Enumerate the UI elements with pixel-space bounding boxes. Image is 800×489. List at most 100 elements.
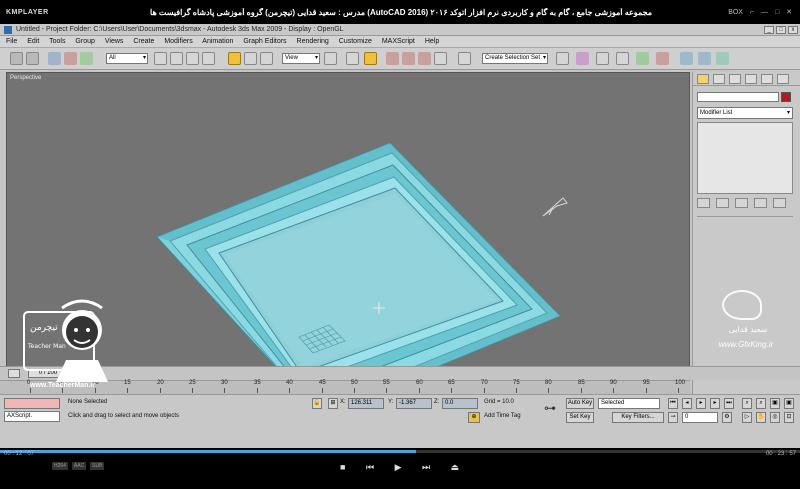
next-frame-icon[interactable]: ▸	[710, 398, 720, 409]
mirror-icon[interactable]	[556, 52, 569, 65]
ref-coord-dropdown[interactable]: View	[282, 53, 320, 64]
material-editor-icon[interactable]	[656, 52, 669, 65]
eject-icon[interactable]: ⏏	[451, 462, 460, 472]
quick-render-icon[interactable]	[716, 52, 729, 65]
display-tab-icon[interactable]	[761, 74, 773, 84]
menu-customize[interactable]: Customize	[339, 38, 372, 45]
maximize-viewport-icon[interactable]: ⊡	[784, 412, 794, 423]
light-gizmo[interactable]	[542, 197, 568, 217]
fov-icon[interactable]: ▷	[742, 412, 752, 423]
select-move-icon[interactable]	[228, 52, 241, 65]
menu-animation[interactable]: Animation	[202, 38, 233, 45]
object-name-field[interactable]	[697, 92, 779, 102]
prev-icon[interactable]: ⏮	[366, 462, 374, 472]
y-coord-field[interactable]: -1.367	[396, 398, 432, 409]
maximize-button[interactable]: □	[775, 9, 779, 16]
set-key-button[interactable]: Set Key	[566, 412, 594, 423]
zoom-all-icon[interactable]: ⌕	[756, 398, 766, 409]
app-icon[interactable]	[4, 26, 12, 34]
prev-frame-icon[interactable]: ◂	[682, 398, 692, 409]
select-rotate-icon[interactable]	[244, 52, 257, 65]
undo-icon[interactable]	[10, 52, 23, 65]
edit-named-sel-icon[interactable]	[434, 52, 447, 65]
menu-help[interactable]: Help	[425, 38, 439, 45]
maxscript-listener[interactable]: AXScript.	[4, 411, 60, 422]
current-frame-field[interactable]: 0	[682, 412, 718, 423]
select-by-name-icon[interactable]	[170, 52, 183, 65]
zoom-icon[interactable]: ⌕	[742, 398, 752, 409]
hierarchy-tab-icon[interactable]	[729, 74, 741, 84]
selection-filter-dropdown[interactable]: All	[106, 53, 148, 64]
make-unique-icon[interactable]	[734, 198, 748, 208]
add-time-tag[interactable]: Add Time Tag	[484, 413, 521, 419]
box-button[interactable]: BOX	[728, 9, 743, 16]
modifier-stack[interactable]	[697, 122, 793, 194]
configure-sets-icon[interactable]	[772, 198, 786, 208]
x-coord-field[interactable]: 126.311	[348, 398, 384, 409]
key-mode-dropdown[interactable]: Selected	[598, 398, 660, 409]
select-object-icon[interactable]	[154, 52, 167, 65]
menu-edit[interactable]: Edit	[27, 38, 39, 45]
snap-icon[interactable]	[364, 52, 377, 65]
pivot-icon[interactable]	[324, 52, 337, 65]
angle-snap-icon[interactable]	[386, 52, 399, 65]
menu-graph-editors[interactable]: Graph Editors	[243, 38, 286, 45]
menu-file[interactable]: File	[6, 38, 17, 45]
key-filters-button[interactable]: Key Filters...	[612, 412, 664, 423]
key-mode-toggle-icon[interactable]: ⊸	[668, 412, 678, 423]
schematic-icon[interactable]	[636, 52, 649, 65]
unlink-icon[interactable]	[64, 52, 77, 65]
layer-manager-icon[interactable]	[596, 52, 609, 65]
pin-stack-icon[interactable]	[697, 198, 710, 208]
utilities-tab-icon[interactable]	[777, 74, 789, 84]
named-sel-icon[interactable]	[458, 52, 471, 65]
select-link-icon[interactable]	[48, 52, 61, 65]
zoom-extents-all-icon[interactable]: ▣	[784, 398, 794, 409]
named-selection-dropdown[interactable]: Create Selection Set	[482, 53, 548, 64]
modify-tab-icon[interactable]	[713, 74, 725, 84]
create-tab-icon[interactable]	[697, 74, 709, 84]
time-config-icon[interactable]: ⚙	[722, 412, 732, 423]
render-frame-icon[interactable]	[698, 52, 711, 65]
zoom-extents-icon[interactable]: ▣	[770, 398, 780, 409]
manipulate-icon[interactable]	[346, 52, 359, 65]
object-color-swatch[interactable]	[781, 92, 791, 102]
remove-modifier-icon[interactable]	[753, 198, 767, 208]
key-icon[interactable]: ⊶	[544, 401, 556, 415]
select-scale-icon[interactable]	[260, 52, 273, 65]
goto-start-icon[interactable]: ⏮	[668, 398, 678, 409]
goto-end-icon[interactable]: ⏭	[724, 398, 734, 409]
minimize-icon[interactable]: _	[764, 26, 774, 34]
time-tag-icon[interactable]: ⊕	[468, 412, 480, 423]
auto-key-button[interactable]: Auto Key	[566, 398, 594, 409]
menu-modifiers[interactable]: Modifiers	[164, 38, 192, 45]
align-icon[interactable]	[576, 52, 589, 65]
modifier-list-dropdown[interactable]: Modifier List	[697, 107, 793, 119]
close-button[interactable]: ✕	[786, 9, 792, 16]
orbit-icon[interactable]: ◎	[770, 412, 780, 423]
menu-rendering[interactable]: Rendering	[297, 38, 329, 45]
menu-maxscript[interactable]: MAXScript	[382, 38, 415, 45]
close-icon[interactable]: x	[788, 26, 798, 34]
menu-views[interactable]: Views	[105, 38, 124, 45]
redo-icon[interactable]	[26, 52, 39, 65]
play-icon[interactable]: ▸	[696, 398, 706, 409]
bind-space-warp-icon[interactable]	[80, 52, 93, 65]
maxscript-listener-top[interactable]	[4, 398, 60, 409]
percent-snap-icon[interactable]	[402, 52, 415, 65]
next-icon[interactable]: ⏭	[422, 462, 430, 472]
curve-editor-icon[interactable]	[616, 52, 629, 65]
minimize-button[interactable]: —	[761, 9, 768, 16]
menu-group[interactable]: Group	[75, 38, 94, 45]
restore-icon[interactable]: □	[776, 26, 786, 34]
mini-curve-editor-icon[interactable]	[8, 369, 20, 378]
seek-bar[interactable]	[0, 450, 800, 453]
pin-icon[interactable]: ⌐	[750, 9, 754, 16]
z-coord-field[interactable]: 0.0	[442, 398, 478, 409]
window-crossing-icon[interactable]	[202, 52, 215, 65]
render-setup-icon[interactable]	[680, 52, 693, 65]
rect-selection-icon[interactable]	[186, 52, 199, 65]
stop-icon[interactable]: ■	[340, 462, 345, 472]
pan-icon[interactable]: ✋	[756, 412, 766, 423]
play-icon[interactable]: ▶	[395, 462, 402, 472]
